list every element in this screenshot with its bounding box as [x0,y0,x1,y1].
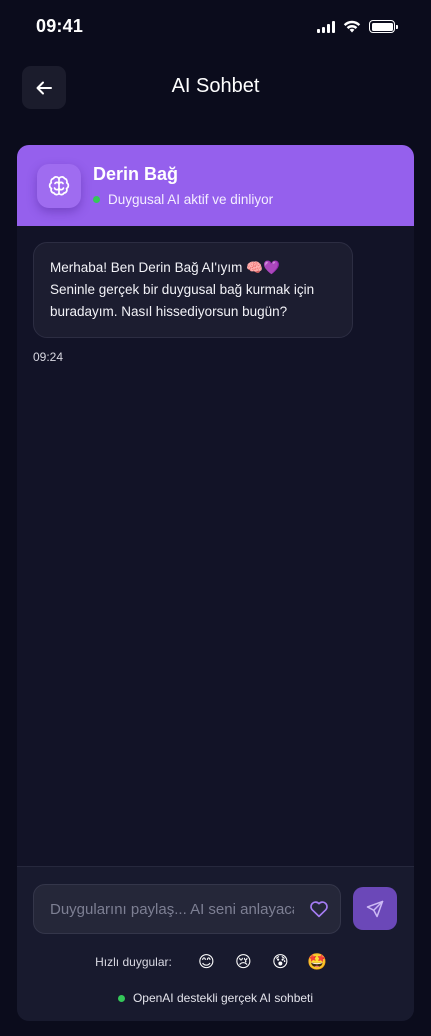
message-input[interactable] [50,885,294,933]
cellular-signal-icon [317,20,335,33]
emoji-sad-button[interactable]: 😢 [225,952,262,971]
ai-avatar [37,164,81,208]
page-title: AI Sohbet [171,75,260,97]
brain-icon [48,176,70,196]
footer-note: OpenAI destekli gerçek AI sohbeti [17,991,414,1005]
emoji-excited-button[interactable]: 🤩 [299,952,336,971]
emoji-smile-button[interactable]: 😊 [188,952,225,971]
message-line: buradayım. Nasıl hissediyorsun bugün? [50,304,288,319]
status-time: 09:41 [36,16,84,36]
quick-emotions-row: Hızlı duygular: 😊 😢 😰 🤩 [17,952,414,971]
battery-icon [369,20,398,33]
status-bar: 09:41 [0,0,431,56]
heart-icon [310,901,328,918]
footer-note-text: OpenAI destekli gerçek AI sohbeti [132,991,314,1005]
message-line: Merhaba! Ben Derin Bağ AI'ıyım 🧠💜 [50,260,280,275]
online-status-dot [93,196,100,203]
message-composer: Hızlı duygular: 😊 😢 😰 🤩 OpenAI destekli … [17,866,414,1021]
online-status-dot [117,994,125,1002]
send-button[interactable] [353,887,397,930]
ai-status: Duygusal AI aktif ve dinliyor [93,192,273,207]
message-input-wrapper [33,884,341,934]
ai-profile-banner: Derin Bağ Duygusal AI aktif ve dinliyor [17,145,414,226]
heart-button[interactable] [308,898,330,920]
chat-card: Derin Bağ Duygusal AI aktif ve dinliyor … [17,145,414,1021]
quick-emotions-label: Hızlı duygular: [95,954,172,969]
app-header: AI Sohbet [0,66,431,110]
send-icon [366,900,384,917]
status-icons [317,20,398,33]
ai-status-text: Duygusal AI aktif ve dinliyor [108,192,274,207]
message-line: Seninle gerçek bir duygusal bağ kurmak i… [50,282,315,297]
message-timestamp: 09:24 [33,350,64,364]
ai-message-bubble: Merhaba! Ben Derin Bağ AI'ıyım 🧠💜 Seninl… [33,242,353,338]
message-list: Merhaba! Ben Derin Bağ AI'ıyım 🧠💜 Seninl… [17,226,414,866]
wifi-icon [343,20,361,33]
ai-name: Derin Bağ [93,164,179,184]
emoji-anxious-button[interactable]: 😰 [262,952,299,971]
